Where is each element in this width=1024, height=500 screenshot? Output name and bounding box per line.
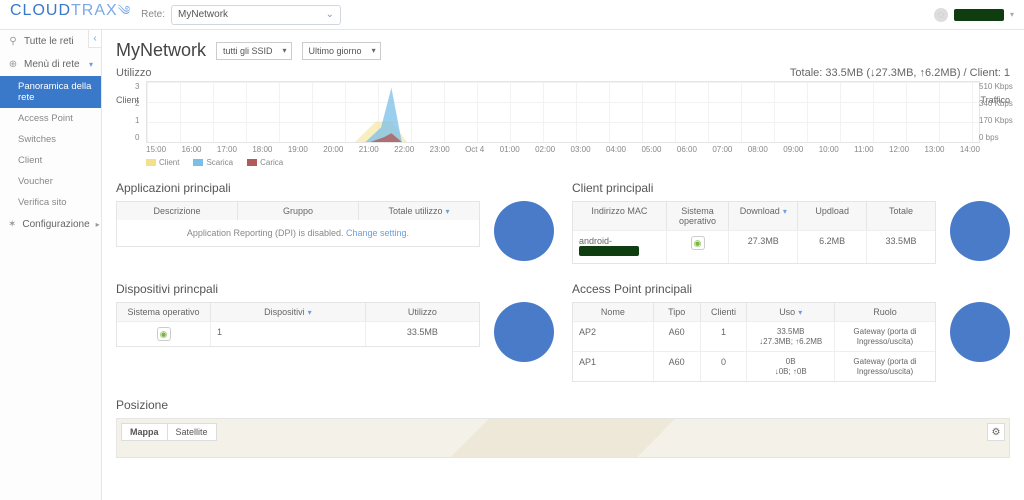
mac-redacted: [579, 246, 639, 256]
map-tab-map[interactable]: Mappa: [121, 423, 167, 441]
aps-table: Nome Tipo Clienti Uso Ruolo AP2 A60 1 33…: [572, 302, 936, 382]
sidebar-item-menu-rete[interactable]: ⊕ Menù di rete ▾: [0, 53, 101, 76]
section-position: Posizione Mappa Satellite ⚙: [116, 398, 1010, 458]
wifi-icon: ༄: [118, 3, 131, 18]
section-apps: Applicazioni principali Descrizione Grup…: [116, 181, 554, 264]
utilizzo-label: Utilizzo: [116, 67, 151, 79]
devices-table: Sistema operativo Dispositivi Utilizzo ◉…: [116, 302, 480, 347]
sidebar-item-label: Tutte le reti: [24, 36, 74, 47]
map-type-tabs: Mappa Satellite: [121, 423, 217, 441]
legend-swatch-carica: [247, 159, 257, 166]
sidebar-item-accesspoint[interactable]: Access Point: [0, 108, 101, 129]
table-row[interactable]: android- ◉ 27.3MB 6.2MB 33.5MB: [573, 230, 935, 263]
chevron-down-icon: ⌄: [326, 9, 334, 20]
section-devices: Dispositivi princpali Sistema operativo …: [116, 282, 554, 382]
top-header: CLOUDTRAX༄ Rete: MyNetwork ⌄ ◌ ▾: [0, 0, 1024, 30]
ssid-select[interactable]: tutti gli SSID: [216, 42, 292, 60]
pin-icon: ⚲: [8, 36, 18, 47]
legend-swatch-client: [146, 159, 156, 166]
sidebar-item-client[interactable]: Client: [0, 150, 101, 171]
table-row[interactable]: ◉ 1 33.5MB: [117, 321, 479, 346]
title-row: MyNetwork tutti gli SSID Ultimo giorno: [116, 40, 1010, 61]
brand-logo[interactable]: CLOUDTRAX༄: [10, 0, 131, 33]
apps-table: Descrizione Gruppo Totale utilizzo Appli…: [116, 201, 480, 247]
y-left-ticks: 3210: [135, 82, 139, 142]
clients-title: Client principali: [572, 181, 1010, 195]
sidebar-item-config[interactable]: ✶ Configurazione ▸: [0, 213, 101, 236]
sidebar-item-all-networks[interactable]: ⚲ Tutte le reti: [0, 30, 101, 53]
sidebar-item-overview[interactable]: Panoramica della rete: [0, 76, 101, 108]
android-icon: ◉: [691, 236, 705, 250]
devices-pie-chart[interactable]: [494, 302, 554, 362]
col-ruolo[interactable]: Ruolo: [835, 303, 935, 321]
aps-pie-chart[interactable]: [950, 302, 1010, 362]
gear-icon[interactable]: ⚙: [987, 423, 1005, 441]
page-title: MyNetwork: [116, 40, 206, 61]
col-upload[interactable]: Updload: [798, 202, 867, 230]
col-os[interactable]: Sistema operativo: [667, 202, 730, 230]
chart-plot-area[interactable]: 3210 510 Kbps340 Kbps170 Kbps0 bps: [146, 81, 980, 143]
col-descrizione[interactable]: Descrizione: [117, 202, 238, 220]
col-totale[interactable]: Totale: [867, 202, 935, 230]
table-row[interactable]: AP2 A60 1 33.5MB↓27.3MB; ↑6.2MB Gateway …: [573, 321, 935, 351]
col-os[interactable]: Sistema operativo: [117, 303, 211, 321]
col-mac[interactable]: Indirizzo MAC: [573, 202, 667, 230]
table-row[interactable]: AP1 A60 0 0B↓0B; ↑0B Gateway (porta di I…: [573, 351, 935, 381]
android-icon: ◉: [157, 327, 171, 341]
chevron-right-icon: ▸: [96, 220, 100, 229]
col-totale-utilizzo[interactable]: Totale utilizzo: [359, 202, 479, 220]
apps-title: Applicazioni principali: [116, 181, 554, 195]
x-ticks: 15:0016:0017:0018:0019:0020:0021:0022:00…: [146, 145, 980, 154]
chart-legend: Client Scarica Carica: [146, 158, 1010, 167]
gear-icon: ✶: [8, 219, 16, 230]
sidebar-item-label: Configurazione: [22, 219, 89, 230]
brand-part2: TRAX: [71, 2, 118, 19]
sidebar-item-verify[interactable]: Verifica sito: [0, 192, 101, 213]
clients-pie-chart[interactable]: [950, 201, 1010, 261]
chevron-down-icon: ▾: [89, 60, 93, 69]
section-aps: Access Point principali Nome Tipo Client…: [572, 282, 1010, 382]
position-title: Posizione: [116, 398, 1010, 412]
col-dispositivi[interactable]: Dispositivi: [211, 303, 366, 321]
sidebar-item-voucher[interactable]: Voucher: [0, 171, 101, 192]
user-name-redacted: [954, 9, 1004, 21]
brand-part1: CLOUD: [10, 2, 71, 19]
sidebar-item-label: Menù di rete: [24, 59, 80, 70]
y-right-ticks: 510 Kbps340 Kbps170 Kbps0 bps: [979, 82, 1013, 142]
network-select-value: MyNetwork: [178, 9, 228, 20]
col-utilizzo[interactable]: Utilizzo: [366, 303, 479, 321]
timerange-select[interactable]: Ultimo giorno: [302, 42, 381, 60]
col-download[interactable]: Download: [729, 202, 798, 230]
main-content: MyNetwork tutti gli SSID Ultimo giorno U…: [102, 30, 1024, 500]
devices-title: Dispositivi princpali: [116, 282, 554, 296]
map-canvas[interactable]: Mappa Satellite ⚙: [116, 418, 1010, 458]
sidebar-collapse-handle[interactable]: ‹: [88, 30, 102, 48]
clients-table: Indirizzo MAC Sistema operativo Download…: [572, 201, 936, 264]
chevron-down-icon: ▾: [1010, 10, 1014, 19]
dpi-change-link[interactable]: Change setting.: [346, 228, 409, 238]
map-tab-satellite[interactable]: Satellite: [167, 423, 217, 441]
utilizzo-totals: Totale: 33.5MB (↓27.3MB, ↑6.2MB) / Clien…: [790, 67, 1010, 79]
apps-pie-chart[interactable]: [494, 201, 554, 261]
section-clients: Client principali Indirizzo MAC Sistema …: [572, 181, 1010, 264]
user-menu[interactable]: ◌ ▾: [934, 8, 1014, 22]
col-clienti[interactable]: Clienti: [701, 303, 748, 321]
col-uso[interactable]: Uso: [747, 303, 835, 321]
aps-title: Access Point principali: [572, 282, 1010, 296]
network-label: Rete:: [141, 9, 165, 20]
globe-icon: ⊕: [8, 59, 18, 70]
col-gruppo[interactable]: Gruppo: [238, 202, 359, 220]
utilizzo-header: Utilizzo Totale: 33.5MB (↓27.3MB, ↑6.2MB…: [116, 67, 1010, 79]
legend-swatch-scarica: [193, 159, 203, 166]
user-avatar-icon: ◌: [934, 8, 948, 22]
col-tipo[interactable]: Tipo: [654, 303, 701, 321]
network-select[interactable]: MyNetwork ⌄: [171, 5, 341, 25]
sidebar: ‹ ⚲ Tutte le reti ⊕ Menù di rete ▾ Panor…: [0, 30, 102, 500]
chart-svg: [147, 82, 979, 142]
dpi-disabled-msg: Application Reporting (DPI) is disabled.…: [117, 220, 479, 246]
col-nome[interactable]: Nome: [573, 303, 654, 321]
sidebar-item-switches[interactable]: Switches: [0, 129, 101, 150]
usage-chart: Client Traffico 3210 510 Kbps340 Kbps170…: [116, 81, 1010, 154]
